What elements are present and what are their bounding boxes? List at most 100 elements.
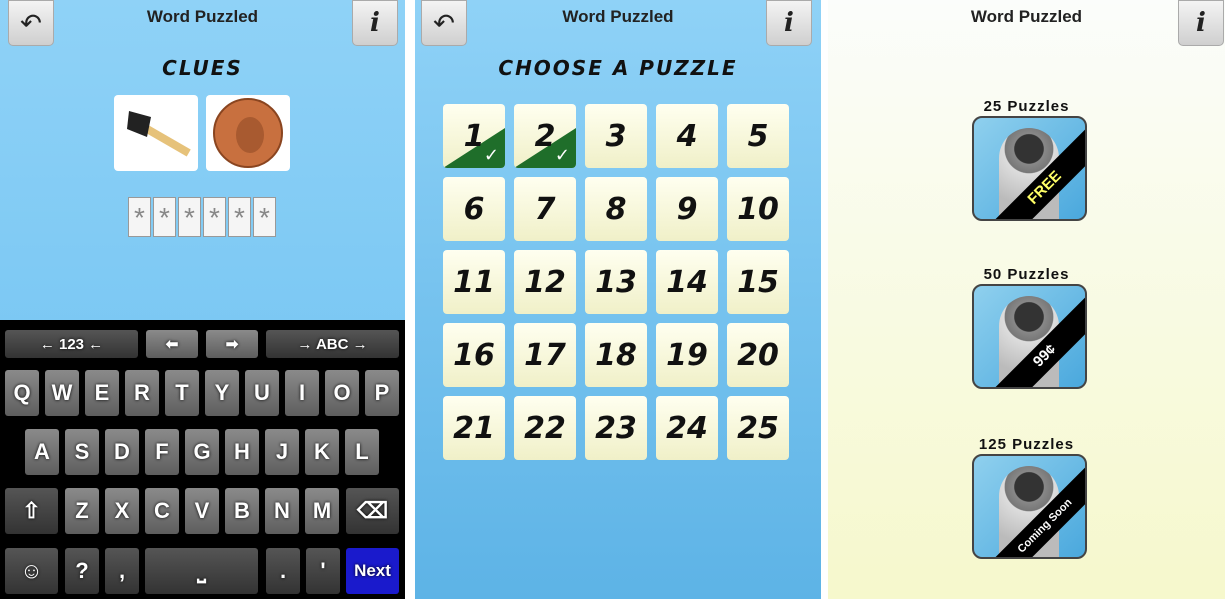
puzzle-number: 8 <box>605 191 627 227</box>
answer-letter-box[interactable]: * <box>253 197 276 237</box>
puzzle-tile[interactable]: 8 <box>585 177 647 241</box>
key-m[interactable]: M <box>305 488 339 534</box>
pack-label: 50 Puzzles <box>983 266 1070 283</box>
key-k[interactable]: K <box>305 429 339 475</box>
key-p[interactable]: P <box>365 370 399 416</box>
puzzle-tile[interactable]: 24 <box>656 396 718 460</box>
key-y[interactable]: Y <box>205 370 239 416</box>
app-title: Word Puzzled <box>146 7 259 26</box>
puzzle-tile[interactable]: 18 <box>585 323 647 387</box>
key-g[interactable]: G <box>185 429 219 475</box>
puzzle-tile[interactable]: 4 <box>656 104 718 168</box>
key-d[interactable]: D <box>105 429 139 475</box>
answer-letter-box[interactable]: * <box>228 197 251 237</box>
info-button[interactable]: i <box>352 0 398 46</box>
puzzle-tile[interactable]: 21 <box>443 396 505 460</box>
puzzle-pack-button[interactable]: 99¢ <box>972 284 1087 389</box>
puzzle-number: 5 <box>747 118 769 154</box>
puzzle-tile[interactable]: 15 <box>727 250 789 314</box>
puzzle-pack-button[interactable]: Coming Soon <box>972 454 1087 559</box>
key-t[interactable]: T <box>165 370 199 416</box>
puzzle-tile[interactable]: 13 <box>585 250 647 314</box>
puzzle-tile[interactable]: 17 <box>514 323 576 387</box>
cursor-right-key[interactable]: ➡ <box>206 330 258 358</box>
puzzle-tile[interactable]: 9 <box>656 177 718 241</box>
numbers-key[interactable]: ← 123 ← <box>5 330 138 358</box>
key-n[interactable]: N <box>265 488 299 534</box>
key-u[interactable]: U <box>245 370 279 416</box>
puzzle-number: 2 <box>534 118 556 154</box>
period-key[interactable]: . <box>266 548 300 594</box>
key-v[interactable]: V <box>185 488 219 534</box>
arrow-right-icon: ➡ <box>225 336 239 353</box>
puzzle-tile[interactable]: 6 <box>443 177 505 241</box>
puzzle-tile[interactable]: 12 <box>514 250 576 314</box>
answer-boxes[interactable]: * * * * * * <box>128 197 276 237</box>
puzzle-tile[interactable]: 16 <box>443 323 505 387</box>
key-l[interactable]: L <box>345 429 379 475</box>
cursor-left-key[interactable]: ⬅ <box>146 330 198 358</box>
shift-key[interactable]: ⇧ <box>5 488 58 534</box>
choose-puzzle-screen: ↶ Word Puzzled i CHOOSE A PUZZLE ✓ 1 ✓ 2 3 4 5… <box>415 0 821 599</box>
puzzle-number: 10 <box>737 191 779 227</box>
info-button[interactable]: i <box>1178 0 1224 46</box>
backspace-key[interactable]: ⌫ <box>346 488 399 534</box>
puzzle-tile[interactable]: 7 <box>514 177 576 241</box>
undo-arrow-icon: ↶ <box>433 7 455 38</box>
undo-arrow-icon: ↶ <box>20 7 42 38</box>
puzzle-packs-screen: Word Puzzled i 25 Puzzles FREE 50 Puzzles 9… <box>828 0 1225 599</box>
space-key[interactable]: ⎵ <box>145 548 258 594</box>
key-f[interactable]: F <box>145 429 179 475</box>
key-a[interactable]: A <box>25 429 59 475</box>
puzzle-number: 6 <box>463 191 485 227</box>
puzzle-tile[interactable]: 10 <box>727 177 789 241</box>
puzzle-number: 23 <box>595 410 637 446</box>
puzzle-number: 25 <box>737 410 779 446</box>
puzzle-tile[interactable]: ✓ 1 <box>443 104 505 168</box>
puzzle-tile[interactable]: 23 <box>585 396 647 460</box>
puzzle-tile[interactable]: 25 <box>727 396 789 460</box>
key-x[interactable]: X <box>105 488 139 534</box>
comma-key[interactable]: , <box>105 548 139 594</box>
key-r[interactable]: R <box>125 370 159 416</box>
puzzle-number: 17 <box>524 337 566 373</box>
key-w[interactable]: W <box>45 370 79 416</box>
key-o[interactable]: O <box>325 370 359 416</box>
key-e[interactable]: E <box>85 370 119 416</box>
answer-letter-box[interactable]: * <box>178 197 201 237</box>
puzzle-tile[interactable]: ✓ 2 <box>514 104 576 168</box>
key-q[interactable]: Q <box>5 370 39 416</box>
question-key[interactable]: ? <box>65 548 99 594</box>
answer-letter-box[interactable]: * <box>153 197 176 237</box>
puzzle-tile[interactable]: 3 <box>585 104 647 168</box>
back-button[interactable]: ↶ <box>421 0 467 46</box>
back-button[interactable]: ↶ <box>8 0 54 46</box>
puzzle-tile[interactable]: 19 <box>656 323 718 387</box>
emoji-key[interactable]: ☺ <box>5 548 58 594</box>
puzzle-number: 21 <box>453 410 495 446</box>
key-i[interactable]: I <box>285 370 319 416</box>
apostrophe-key[interactable]: ' <box>306 548 340 594</box>
puzzle-tile[interactable]: 11 <box>443 250 505 314</box>
puzzle-pack-button[interactable]: FREE <box>972 116 1087 221</box>
puzzle-number: 4 <box>676 118 698 154</box>
puzzle-number: 20 <box>737 337 779 373</box>
puzzle-tile[interactable]: 14 <box>656 250 718 314</box>
puzzle-tile[interactable]: 5 <box>727 104 789 168</box>
space-bar-icon: ⎵ <box>197 558 206 583</box>
puzzle-tile[interactable]: 22 <box>514 396 576 460</box>
key-b[interactable]: B <box>225 488 259 534</box>
letters-key[interactable]: → ABC → <box>266 330 399 358</box>
info-icon: i <box>1196 8 1206 38</box>
answer-letter-box[interactable]: * <box>203 197 226 237</box>
answer-letter-box[interactable]: * <box>128 197 151 237</box>
puzzle-tile[interactable]: 20 <box>727 323 789 387</box>
key-h[interactable]: H <box>225 429 259 475</box>
next-key[interactable]: Next <box>346 548 399 594</box>
info-button[interactable]: i <box>766 0 812 46</box>
key-z[interactable]: Z <box>65 488 99 534</box>
key-s[interactable]: S <box>65 429 99 475</box>
key-j[interactable]: J <box>265 429 299 475</box>
key-c[interactable]: C <box>145 488 179 534</box>
puzzle-number: 9 <box>676 191 698 227</box>
